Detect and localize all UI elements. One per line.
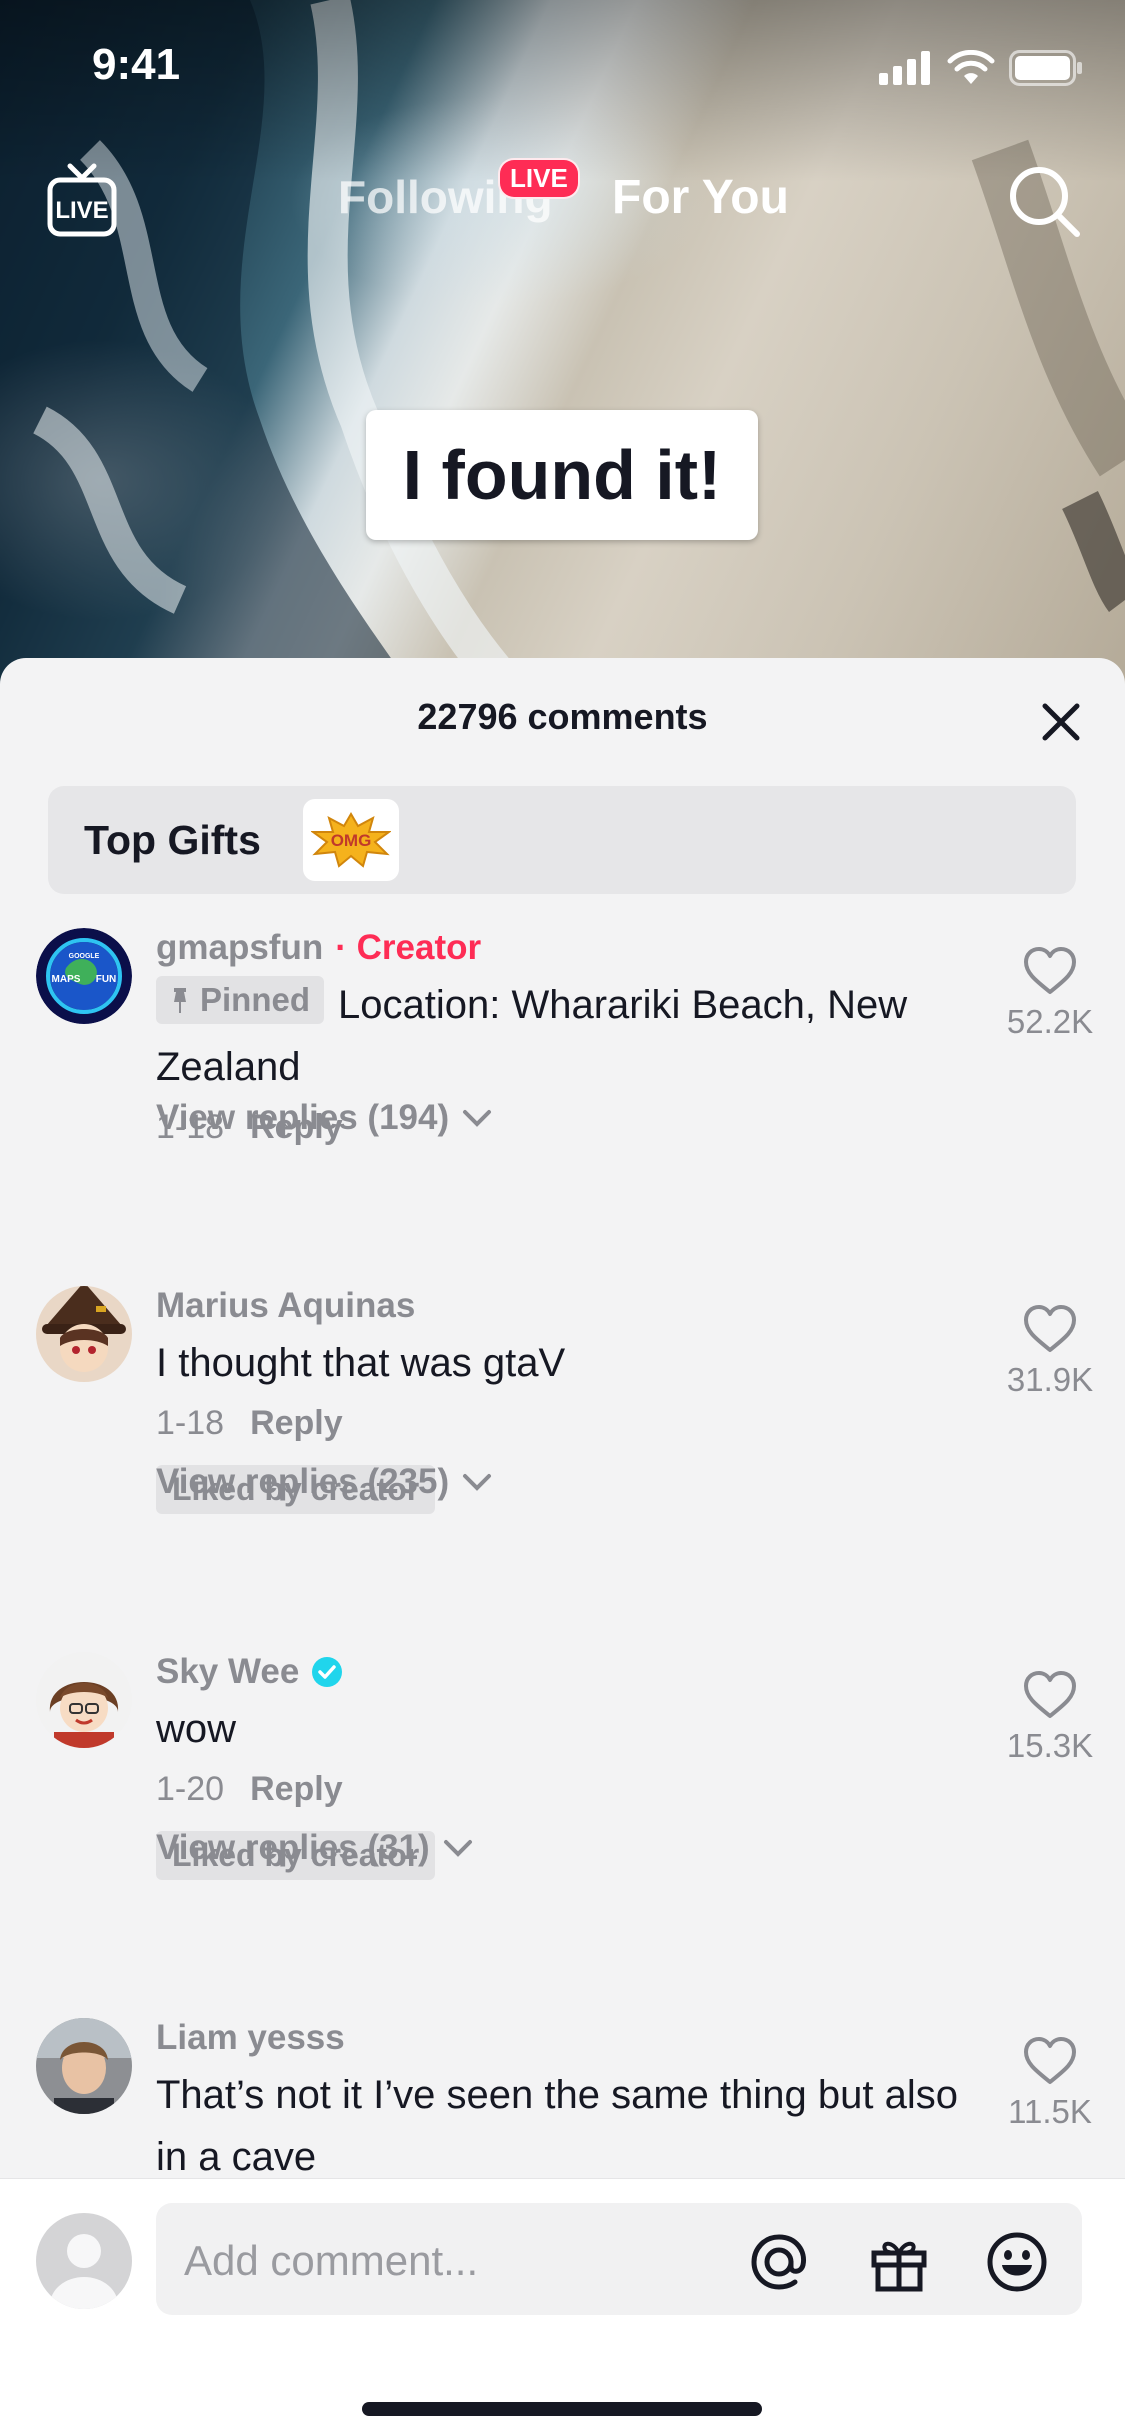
username[interactable]: Liam yesss xyxy=(156,2018,345,2058)
comment-text-row: Pinned Location: Wharariki Beach, New Ze… xyxy=(156,974,976,1098)
pinned-label: Pinned xyxy=(200,981,311,1018)
heart-icon xyxy=(1024,2037,1076,2084)
like-count: 31.9K xyxy=(1006,1361,1094,1398)
comments-count: 22796 comments xyxy=(417,696,708,737)
like-button[interactable]: 11.5K xyxy=(995,2036,1105,2131)
reply-button[interactable]: Reply xyxy=(250,1404,343,1443)
search-icon xyxy=(1010,167,1080,237)
like-count: 15.3K xyxy=(1006,1727,1094,1764)
omg-gift-icon: OMG xyxy=(310,812,391,868)
top-gifts-bar[interactable]: Top Gifts OMG xyxy=(48,786,1076,894)
username[interactable]: gmapsfun xyxy=(156,928,323,968)
comment-body: Liam yesss That’s not it I’ve seen the s… xyxy=(156,2018,976,2188)
avatar-text-right: FUN xyxy=(96,974,117,985)
top-nav: LIVE Following LIVE For You xyxy=(0,140,1125,260)
avatar-text-left: MAPS xyxy=(52,974,81,985)
like-button[interactable]: 15.3K xyxy=(995,1670,1105,1765)
pin-icon xyxy=(174,988,186,1013)
comment-text: That’s not it I’ve seen the same thing b… xyxy=(156,2073,958,2179)
chevron-down-icon xyxy=(463,1474,492,1491)
close-button[interactable] xyxy=(1031,692,1091,752)
comment-text: wow xyxy=(156,1707,237,1751)
tv-live-icon: LIVE xyxy=(47,163,117,237)
avatar[interactable]: GOOGLE MAPS FUN xyxy=(36,928,132,1024)
comment-meta: 1-18 Reply xyxy=(156,1404,976,1443)
comment-input-bar: Add comment... xyxy=(0,2178,1125,2436)
comment-author[interactable]: Liam yesss xyxy=(156,2018,976,2058)
comments-sheet: 22796 comments Top Gifts OMG GOOGLE MAPS… xyxy=(0,658,1125,2436)
status-bar: 9:41 xyxy=(0,0,1125,140)
live-badge: LIVE xyxy=(498,158,580,199)
view-replies-label: View replies (31) xyxy=(156,1828,430,1867)
wifi-icon xyxy=(947,50,995,84)
verified-badge-icon xyxy=(312,1657,343,1687)
avatar[interactable] xyxy=(36,1286,132,1382)
live-text: LIVE xyxy=(55,197,108,224)
chevron-down-icon xyxy=(443,1840,472,1857)
top-gifts-label: Top Gifts xyxy=(84,816,261,863)
comment-author[interactable]: Sky Wee xyxy=(156,1652,976,1692)
video-background[interactable]: 9:41 LIVE Following LIVE For You I found… xyxy=(0,0,1125,700)
gmapsfun-avatar-image: GOOGLE MAPS FUN xyxy=(36,928,132,1024)
view-replies-label: View replies (194) xyxy=(156,1098,450,1137)
emoji-icon[interactable] xyxy=(984,2229,1050,2295)
avatar[interactable] xyxy=(36,2018,132,2114)
marius-avatar-image xyxy=(36,1286,132,1382)
gift-icon[interactable] xyxy=(866,2229,932,2295)
username[interactable]: Sky Wee xyxy=(156,1652,299,1692)
comment-author[interactable]: gmapsfun · Creator xyxy=(156,928,976,968)
sky-wee-avatar-image xyxy=(36,1652,132,1748)
reply-button[interactable]: Reply xyxy=(250,1770,343,1809)
comment-input-placeholder: Add comment... xyxy=(184,2237,479,2284)
username[interactable]: Marius Aquinas xyxy=(156,1286,415,1326)
creator-tag: · Creator xyxy=(335,928,482,967)
default-avatar-icon xyxy=(50,2234,118,2309)
status-time: 9:41 xyxy=(92,40,181,89)
battery-icon xyxy=(1009,50,1082,86)
status-icons xyxy=(879,50,1083,86)
live-button[interactable]: LIVE xyxy=(46,162,118,238)
signal-icon xyxy=(879,51,930,85)
gift-thumbnail[interactable]: OMG xyxy=(302,799,399,881)
chevron-down-icon xyxy=(463,1110,492,1127)
tab-for-you[interactable]: For You xyxy=(612,170,789,225)
home-indicator xyxy=(362,2402,762,2416)
comment-meta: 1-20 Reply xyxy=(156,1770,976,1809)
like-button[interactable]: 52.2K xyxy=(995,946,1105,1041)
view-replies-button[interactable]: View replies (31) xyxy=(156,1828,474,1868)
heart-icon xyxy=(1024,947,1076,994)
like-button[interactable]: 31.9K xyxy=(995,1304,1105,1399)
sheet-header: 22796 comments xyxy=(0,658,1125,778)
close-icon xyxy=(1042,703,1080,741)
comment-input[interactable]: Add comment... xyxy=(156,2203,1082,2315)
avatar[interactable] xyxy=(36,1652,132,1748)
heart-icon xyxy=(1024,1305,1076,1352)
pinned-badge: Pinned xyxy=(156,976,325,1024)
view-replies-button[interactable]: View replies (235) xyxy=(156,1462,493,1502)
heart-icon xyxy=(1024,1671,1076,1718)
gift-text: OMG xyxy=(331,831,372,850)
comment-date: 1-20 xyxy=(156,1770,225,1808)
video-caption: I found it! xyxy=(366,410,758,540)
comment-date: 1-18 xyxy=(156,1404,225,1442)
like-count: 52.2K xyxy=(1006,1003,1094,1040)
search-button[interactable] xyxy=(1005,162,1085,242)
avatar-text-top: GOOGLE xyxy=(69,953,100,960)
current-user-avatar[interactable] xyxy=(36,2213,132,2309)
view-replies-label: View replies (235) xyxy=(156,1462,450,1501)
view-replies-button[interactable]: View replies (194) xyxy=(156,1098,493,1138)
comment-text: I thought that was gtaV xyxy=(156,1341,566,1385)
liam-avatar-image xyxy=(36,2018,132,2114)
comment-author[interactable]: Marius Aquinas xyxy=(156,1286,976,1326)
mention-icon[interactable] xyxy=(746,2229,812,2295)
like-count: 11.5K xyxy=(1008,2093,1092,2130)
